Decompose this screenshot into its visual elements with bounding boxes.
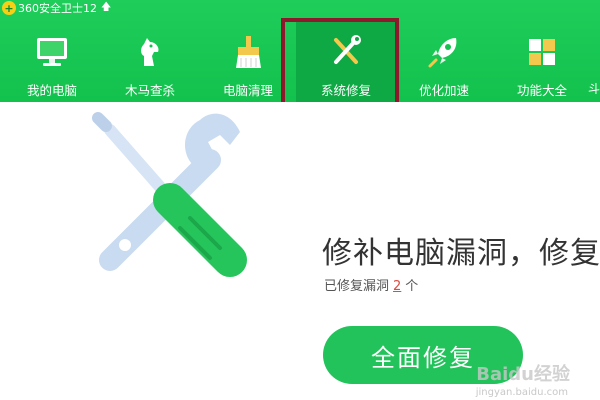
repair-status: 已修复漏洞 2 个 bbox=[324, 275, 418, 294]
tab-label: 系统修复 bbox=[320, 83, 371, 98]
top-bar: + 360安全卫士12 🡅 我的电脑 木马查杀 电脑清理 系统修复 优化加速 功… bbox=[0, 0, 600, 102]
grid-icon bbox=[529, 39, 555, 65]
wrench-screwdriver-icon bbox=[334, 35, 361, 64]
horse-icon bbox=[141, 38, 159, 66]
tab-pc-cleanup[interactable]: 电脑清理 bbox=[198, 22, 298, 102]
status-prefix: 已修复漏洞 bbox=[324, 279, 390, 294]
wrench-screwdriver-illustration-icon bbox=[92, 112, 247, 277]
monitor-icon bbox=[37, 38, 67, 66]
tab-label: 我的电脑 bbox=[26, 83, 77, 98]
update-arrow-icon[interactable]: 🡅 bbox=[101, 0, 111, 17]
tab-my-computer[interactable]: 我的电脑 bbox=[2, 22, 102, 102]
window-title-bar: + 360安全卫士12 🡅 bbox=[0, 0, 111, 16]
repaired-count-link[interactable]: 2 bbox=[393, 279, 401, 294]
tab-optimize[interactable]: 优化加速 bbox=[394, 22, 494, 102]
tab-label: 功能大全 bbox=[516, 83, 567, 98]
tab-label: 电脑清理 bbox=[222, 83, 273, 98]
broom-icon bbox=[236, 36, 261, 68]
tab-trojan-scan[interactable]: 木马查杀 bbox=[100, 22, 200, 102]
rocket-icon bbox=[428, 38, 457, 68]
status-suffix: 个 bbox=[405, 279, 419, 294]
watermark-text: Baidu经验 bbox=[476, 364, 570, 385]
tab-system-repair[interactable]: 系统修复 bbox=[296, 22, 396, 102]
main-nav: 我的电脑 木马查杀 电脑清理 系统修复 优化加速 功能大全 斗 bbox=[0, 22, 600, 102]
overflow-tab-fragment: 斗 bbox=[587, 82, 600, 96]
360-logo-icon: + bbox=[2, 1, 16, 15]
watermark-url: jingyan.baidu.com bbox=[475, 387, 568, 398]
tab-all-features[interactable]: 功能大全 bbox=[492, 22, 592, 102]
tab-label: 木马查杀 bbox=[124, 83, 175, 98]
tab-label: 优化加速 bbox=[418, 83, 469, 98]
repair-headline: 修补电脑漏洞，修复 bbox=[322, 236, 600, 271]
app-title: 360安全卫士12 bbox=[18, 2, 97, 15]
